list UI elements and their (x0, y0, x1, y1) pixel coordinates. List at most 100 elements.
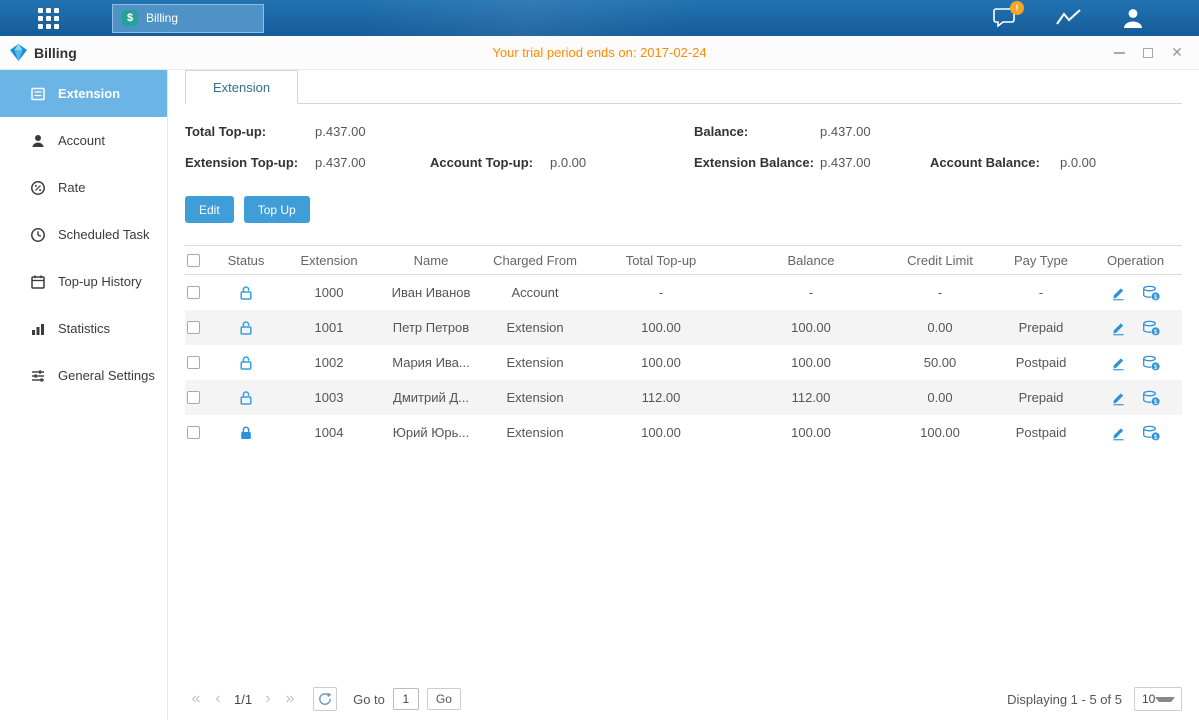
cell-extension: 1000 (279, 285, 379, 300)
row-checkbox[interactable] (187, 426, 200, 439)
row-checkbox[interactable] (187, 286, 200, 299)
extension-table: Status Extension Name Charged From Total… (185, 245, 1182, 450)
status-cell[interactable] (213, 390, 279, 406)
top-up-button[interactable]: Top Up (244, 196, 310, 223)
unlock-icon (238, 320, 254, 336)
edit-row-icon[interactable] (1111, 390, 1126, 406)
go-button[interactable]: Go (427, 688, 461, 710)
col-credit-limit: Credit Limit (887, 253, 993, 268)
resource-monitor-icon[interactable] (1055, 5, 1083, 31)
sidebar-item-topup-history[interactable]: Top-up History (0, 258, 167, 305)
prev-page-icon[interactable]: ‹ (207, 690, 229, 708)
chevron-down-icon (1155, 697, 1175, 702)
account-balance-value: p.0.00 (1060, 155, 1096, 170)
goto-page-input[interactable] (393, 688, 419, 710)
last-page-icon[interactable]: » (279, 690, 301, 708)
notification-badge: ! (1010, 1, 1024, 15)
top-up-row-icon[interactable]: $ (1142, 390, 1160, 406)
taskbar-billing-tab[interactable]: $ Billing (112, 4, 264, 33)
col-extension: Extension (279, 253, 379, 268)
status-cell[interactable] (213, 285, 279, 301)
cell-pay-type: Postpaid (993, 425, 1089, 440)
sidebar-item-label: Scheduled Task (58, 227, 150, 242)
edit-row-icon[interactable] (1111, 425, 1126, 441)
edit-row-icon[interactable] (1111, 320, 1126, 336)
window-title: Billing (10, 44, 77, 61)
cell-extension: 1002 (279, 355, 379, 370)
top-up-row-icon[interactable]: $ (1142, 425, 1160, 441)
bar-chart-icon (30, 321, 46, 337)
top-up-row-icon[interactable]: $ (1142, 355, 1160, 371)
unlock-icon (238, 355, 254, 371)
unlock-icon (238, 285, 254, 301)
cell-charged-from: Extension (483, 355, 587, 370)
row-checkbox[interactable] (187, 321, 200, 334)
grid-icon (38, 8, 59, 29)
window-controls: ✕ (1111, 45, 1185, 61)
cell-total-topup: 100.00 (587, 320, 735, 335)
notifications-icon[interactable]: ! (991, 5, 1019, 31)
svg-text:$: $ (1154, 293, 1158, 300)
status-cell[interactable] (213, 355, 279, 371)
page-indicator: 1/1 (234, 692, 252, 707)
col-pay-type: Pay Type (993, 253, 1089, 268)
row-checkbox[interactable] (187, 391, 200, 404)
sidebar-item-account[interactable]: Account (0, 117, 167, 164)
cell-name: Мария Ива... (379, 355, 483, 370)
select-all-checkbox[interactable] (187, 254, 200, 267)
apps-grid-icon[interactable] (38, 6, 66, 30)
row-checkbox[interactable] (187, 356, 200, 369)
sidebar-item-label: Statistics (58, 321, 110, 336)
first-page-icon[interactable]: « (185, 690, 207, 708)
sidebar-item-rate[interactable]: Rate (0, 164, 167, 211)
balance-label: Balance: (694, 124, 748, 139)
person-icon (1122, 7, 1144, 29)
sidebar-item-label: Rate (58, 180, 85, 195)
cell-name: Юрий Юрь... (379, 425, 483, 440)
status-cell[interactable] (213, 425, 279, 441)
edit-row-icon[interactable] (1111, 285, 1126, 301)
col-total-topup: Total Top-up (587, 253, 735, 268)
cell-extension: 1004 (279, 425, 379, 440)
minimize-icon[interactable] (1111, 45, 1127, 61)
cell-charged-from: Account (483, 285, 587, 300)
summary-panel: Total Top-up: p.437.00 Balance: p.437.00… (185, 122, 1182, 184)
account-topup-value: p.0.00 (550, 155, 586, 170)
maximize-icon[interactable] (1140, 45, 1156, 61)
col-charged-from: Charged From (483, 253, 587, 268)
cell-credit-limit: 100.00 (887, 425, 993, 440)
cell-total-topup: 100.00 (587, 355, 735, 370)
top-up-row-icon[interactable]: $ (1142, 320, 1160, 336)
edit-row-icon[interactable] (1111, 355, 1126, 371)
svg-text:$: $ (1154, 328, 1158, 335)
goto-label: Go to (353, 692, 385, 707)
status-cell[interactable] (213, 320, 279, 336)
sidebar-item-extension[interactable]: Extension (0, 70, 167, 117)
table-row: 1003 Дмитрий Д... Extension 112.00 112.0… (185, 380, 1182, 415)
page-size-select[interactable]: 10 (1134, 687, 1182, 711)
total-topup-label: Total Top-up: (185, 124, 266, 139)
rate-icon (30, 180, 46, 196)
close-icon[interactable]: ✕ (1169, 45, 1185, 61)
edit-button[interactable]: Edit (185, 196, 234, 223)
sliders-icon (30, 368, 46, 384)
sidebar-item-label: Extension (58, 86, 120, 101)
user-account-icon[interactable] (1119, 5, 1147, 31)
sidebar: Extension Account Rate Schedu (0, 70, 168, 720)
lock-icon (238, 425, 254, 441)
refresh-button[interactable] (313, 687, 337, 711)
top-up-row-icon[interactable]: $ (1142, 285, 1160, 301)
cell-balance: 100.00 (735, 355, 887, 370)
next-page-icon[interactable]: › (257, 690, 279, 708)
sidebar-item-general-settings[interactable]: General Settings (0, 352, 167, 399)
sidebar-item-statistics[interactable]: Statistics (0, 305, 167, 352)
extension-icon (30, 86, 46, 102)
displaying-text: Displaying 1 - 5 of 5 (1007, 692, 1122, 707)
sidebar-item-scheduled-task[interactable]: Scheduled Task (0, 211, 167, 258)
tab-extension[interactable]: Extension (185, 70, 298, 104)
cell-balance: 112.00 (735, 390, 887, 405)
window-titlebar: Billing Your trial period ends on: 2017-… (0, 36, 1199, 70)
cell-extension: 1001 (279, 320, 379, 335)
line-chart-icon (1056, 9, 1082, 27)
cell-total-topup: 112.00 (587, 390, 735, 405)
